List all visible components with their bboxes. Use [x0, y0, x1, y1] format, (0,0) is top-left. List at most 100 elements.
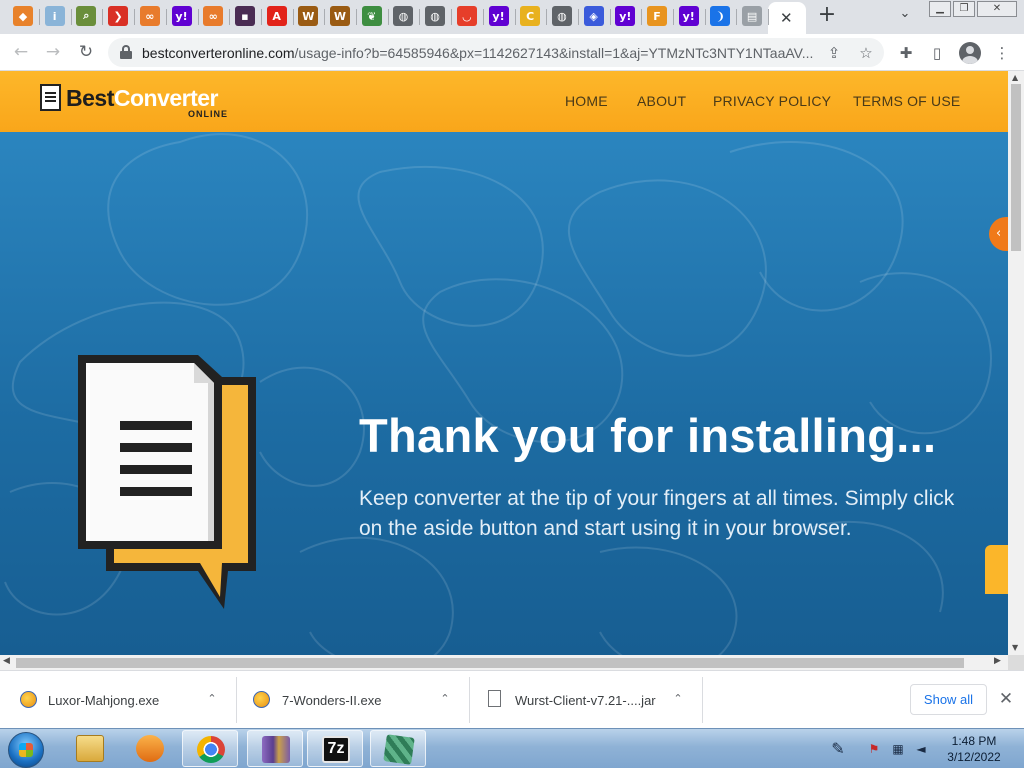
yahoo-icon[interactable]: y! — [171, 6, 192, 26]
profile-avatar-icon[interactable] — [959, 42, 981, 64]
extensions-icon[interactable]: ✚ — [895, 42, 917, 64]
info-icon[interactable]: i — [44, 6, 65, 26]
address-bar[interactable]: bestconverteronline.com/usage-info?b=645… — [108, 38, 884, 67]
lock-icon[interactable] — [120, 45, 132, 59]
taskbar-media-player[interactable] — [122, 730, 178, 767]
chevron-up-icon[interactable]: ⌃ — [203, 690, 221, 708]
tab-separator — [39, 9, 40, 25]
tab-separator — [229, 9, 231, 25]
close-window-button[interactable]: ✕ — [977, 1, 1017, 17]
active-tab[interactable]: ✕ — [768, 2, 806, 34]
clock-time: 1:48 PM — [951, 734, 997, 748]
minimize-button[interactable]: ▁ — [929, 1, 951, 17]
tab-separator — [673, 9, 674, 25]
chevron-up-icon[interactable]: ⌃ — [669, 690, 687, 708]
globe-icon[interactable]: ◍ — [425, 6, 446, 26]
pen-tablet-icon[interactable]: ✎ — [824, 741, 852, 757]
share-icon[interactable]: ⇪ — [823, 42, 845, 64]
taskbar-7zip[interactable]: 7z — [307, 730, 363, 767]
taskbar-explorer[interactable] — [62, 730, 118, 767]
file-icon — [488, 690, 501, 707]
back-button[interactable]: ← — [8, 40, 34, 64]
close-shelf-icon[interactable]: ✕ — [996, 689, 1016, 709]
w-icon[interactable]: W — [298, 6, 319, 26]
diamond-orange-icon[interactable]: ◆ — [13, 6, 33, 26]
network-icon[interactable]: ▦ — [890, 741, 906, 757]
yahoo-icon[interactable]: y! — [615, 6, 636, 26]
tab-separator — [260, 9, 262, 25]
download-shelf: Luxor-Mahjong.exe ⌃ 7-Wonders-II.exe ⌃ W… — [0, 670, 1024, 728]
scroll-right-icon[interactable]: ▶ — [994, 656, 1001, 666]
side-panel-icon[interactable]: ▯ — [926, 42, 948, 64]
nav-privacy-policy[interactable]: PRIVACY POLICY — [713, 93, 831, 109]
close-tab-icon[interactable]: ✕ — [780, 9, 793, 27]
system-clock[interactable]: 1:48 PM 3/12/2022 — [936, 733, 1012, 765]
logo-document-icon[interactable] — [40, 84, 61, 111]
yahoo-icon[interactable]: y! — [488, 6, 509, 26]
chevron-red-icon[interactable]: ❯ — [108, 6, 129, 26]
binoculars-icon[interactable]: ∞ — [203, 6, 224, 26]
chevron-up-icon[interactable]: ⌃ — [436, 690, 454, 708]
forward-button[interactable]: → — [40, 40, 66, 64]
fox-icon[interactable]: F — [647, 6, 667, 26]
horizontal-scrollbar[interactable]: ◀ ▶ — [0, 655, 1008, 670]
tab-separator — [768, 9, 770, 25]
action-center-icon[interactable]: ⚑ — [866, 741, 882, 757]
scroll-up-icon[interactable]: ▲ — [1012, 73, 1018, 82]
scroll-left-icon[interactable]: ◀ — [3, 656, 10, 666]
chevron-left-icon: ‹ — [996, 226, 1002, 241]
logo-best: Best — [66, 85, 114, 111]
tab-strip: ✕ + ⌄ ▁ ❐ ✕ ◆ i ⌕ ❯ ∞ y! ∞ ▪ A W W ❦ ◍ ◍ ◡ y! C ◍ ◈ y! Fy! ❩ ▤ — [0, 0, 1024, 34]
url-text[interactable]: bestconverteronline.com/usage-info?b=645… — [142, 45, 818, 61]
windows-taskbar: 7z ✎ ⚑ ▦ ◄ 1:48 PM 3/12/2022 — [0, 728, 1024, 768]
reload-button[interactable]: ↻ — [73, 40, 99, 64]
bookmark-star-icon[interactable]: ☆ — [855, 42, 877, 64]
taskbar-chrome[interactable] — [182, 730, 238, 767]
nav-home[interactable]: HOME — [565, 93, 608, 109]
vertical-scrollbar[interactable]: ▲ ▼ — [1008, 71, 1024, 655]
stack-icon[interactable]: ◈ — [583, 6, 604, 26]
document-icon[interactable]: ▤ — [742, 6, 763, 26]
globe-icon[interactable]: ◍ — [551, 6, 572, 26]
restore-button[interactable]: ❐ — [953, 1, 975, 17]
document-chat-illustration — [78, 355, 256, 609]
download-item[interactable]: Luxor-Mahjong.exe ⌃ — [0, 677, 237, 723]
paren-icon[interactable]: ❩ — [710, 6, 731, 26]
magnifier-doc-icon[interactable]: ⌕ — [76, 6, 97, 26]
taskbar-winrar[interactable] — [247, 730, 303, 767]
download-item[interactable]: Wurst-Client-v7.21-....jar ⌃ — [470, 677, 703, 723]
yellow-c-icon[interactable]: C — [520, 6, 541, 26]
tab-separator — [356, 9, 357, 25]
start-button[interactable] — [8, 732, 44, 768]
yahoo-icon[interactable]: y! — [678, 6, 699, 26]
browser-toolbar: ← → ↻ bestconverteronline.com/usage-info… — [0, 34, 1024, 71]
tab-search-icon[interactable]: ⌄ — [893, 6, 917, 28]
horizontal-scroll-thumb[interactable] — [16, 658, 964, 668]
nav-terms-of-use[interactable]: TERMS OF USE — [853, 93, 960, 109]
nav-about[interactable]: ABOUT — [637, 93, 686, 109]
tab-separator — [134, 9, 136, 25]
logo-online: ONLINE — [188, 109, 229, 119]
menu-icon[interactable]: ⋮ — [991, 42, 1013, 64]
dark-square-icon[interactable]: ▪ — [234, 6, 255, 26]
globe-icon[interactable]: ◍ — [393, 6, 414, 26]
volume-icon[interactable]: ◄ — [913, 741, 929, 757]
site-logo[interactable]: BestConverter — [66, 85, 219, 112]
download-item[interactable]: 7-Wonders-II.exe ⌃ — [237, 677, 470, 723]
tab-separator — [197, 9, 199, 25]
tab-separator — [546, 9, 548, 25]
vertical-scroll-thumb[interactable] — [1011, 84, 1021, 251]
scrollbar-corner — [1008, 655, 1024, 670]
adobe-red-icon[interactable]: A — [266, 6, 287, 26]
new-tab-button[interactable]: + — [815, 4, 839, 28]
hero-subtitle: Keep converter at the tip of your finger… — [359, 487, 955, 540]
leaf-icon[interactable]: ❦ — [361, 6, 382, 26]
taskbar-package-app[interactable] — [370, 730, 426, 767]
red-shopping-icon[interactable]: ◡ — [456, 6, 477, 26]
side-widget[interactable] — [985, 545, 1008, 594]
binoculars-icon[interactable]: ∞ — [139, 6, 160, 26]
w-icon[interactable]: W — [330, 6, 350, 26]
scroll-down-icon[interactable]: ▼ — [1012, 643, 1018, 652]
show-all-button[interactable]: Show all — [910, 684, 987, 715]
download-filename: Wurst-Client-v7.21-....jar — [515, 693, 656, 708]
